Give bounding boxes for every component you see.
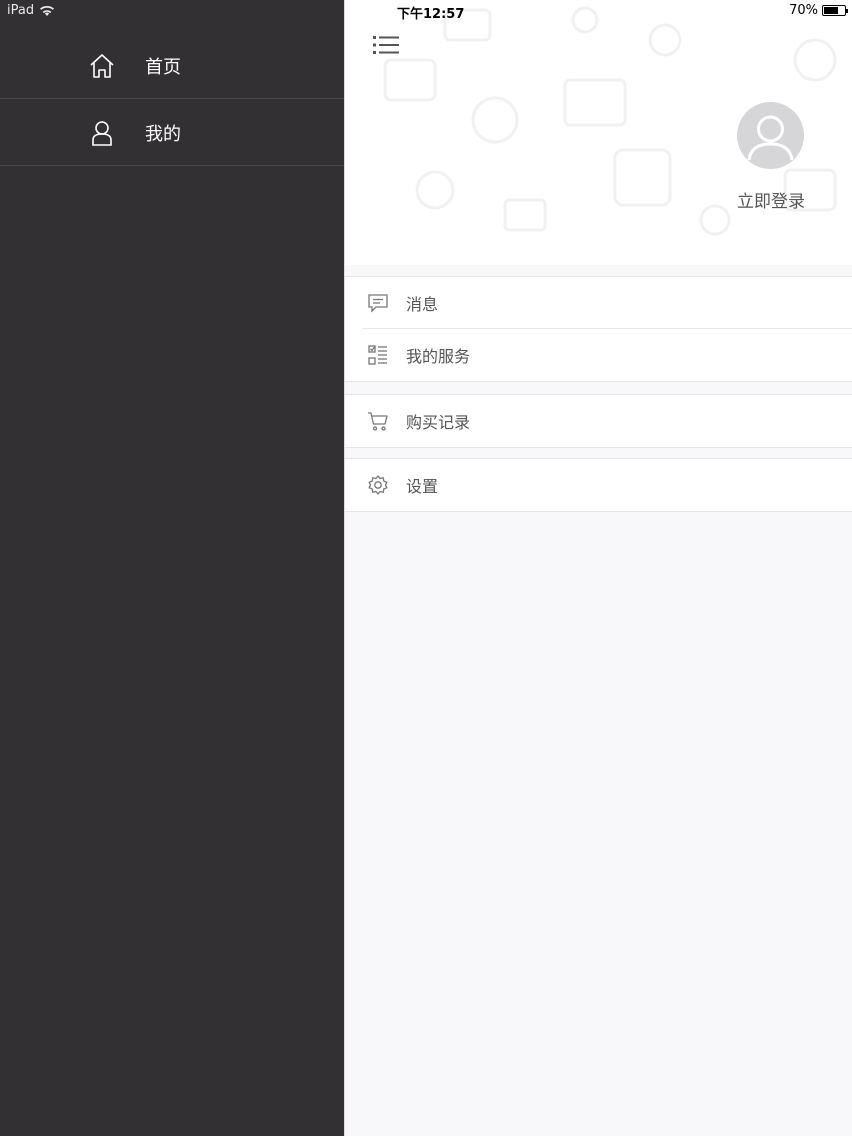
carrier-info: iPad <box>7 3 55 18</box>
avatar[interactable] <box>737 102 804 169</box>
drawer-item-label: 我的 <box>145 123 181 145</box>
drawer-item-label: 首页 <box>145 56 181 78</box>
drawer-item-home[interactable]: 首页 <box>0 33 344 99</box>
status-bar: iPad 下午12:57 70% <box>0 0 852 22</box>
drawer-item-mine[interactable]: 我的 <box>0 100 344 166</box>
service-list-icon <box>368 345 387 365</box>
home-icon <box>90 53 114 78</box>
status-time: 下午12:57 <box>397 7 465 22</box>
menu-item-messages[interactable]: 消息 <box>362 277 852 329</box>
menu-item-settings[interactable]: 设置 <box>345 459 852 511</box>
profile-header: 立即登录 <box>345 0 852 265</box>
menu-item-label: 我的服务 <box>406 347 471 366</box>
menu-icon[interactable] <box>373 34 399 56</box>
menu-item-label: 设置 <box>406 477 439 496</box>
cart-icon <box>368 412 388 431</box>
menu-item-label: 购买记录 <box>406 413 471 432</box>
menu-group-settings: 设置 <box>345 458 852 512</box>
message-icon <box>368 293 388 313</box>
gear-icon <box>368 474 388 496</box>
menu-group-purchases: 购买记录 <box>345 394 852 448</box>
carrier-label: iPad <box>7 3 35 18</box>
user-icon <box>92 120 112 146</box>
menu-item-label: 消息 <box>406 294 439 314</box>
login-link[interactable]: 立即登录 <box>725 187 817 212</box>
menu-item-my-services[interactable]: 我的服务 <box>345 329 852 381</box>
user-avatar-icon <box>747 115 794 161</box>
menu-group-messages: 消息 我的服务 <box>345 276 852 382</box>
wifi-icon <box>40 6 55 16</box>
menu-item-purchase-history[interactable]: 购买记录 <box>345 395 852 447</box>
battery-icon <box>822 5 848 16</box>
battery-percent: 70% <box>789 3 818 18</box>
side-drawer: 首页 我的 <box>0 0 344 1136</box>
profile-panel: 立即登录 消息 我的服务 购买记录 设置 <box>344 0 852 1136</box>
battery-indicator: 70% <box>789 3 848 18</box>
